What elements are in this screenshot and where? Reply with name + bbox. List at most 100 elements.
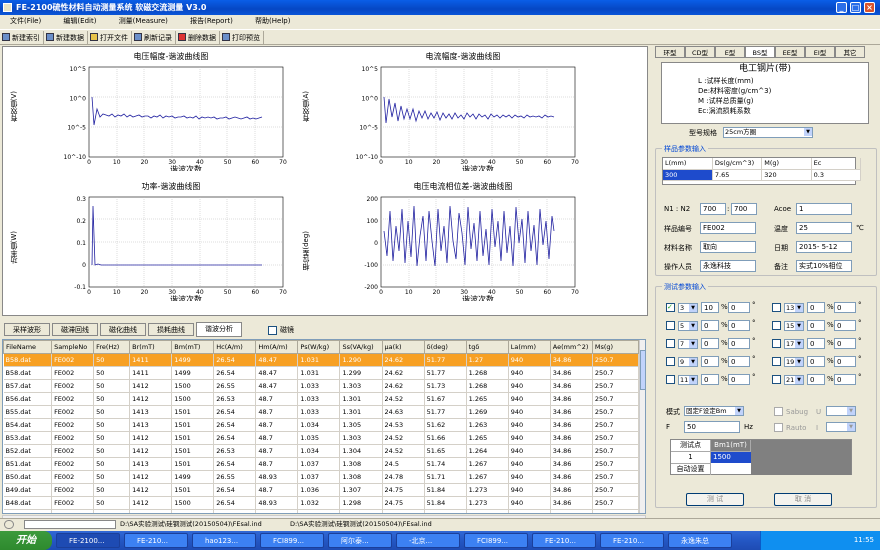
harmonic-order-select[interactable]: 19 ▼ [784,357,804,367]
tab-bs[interactable]: BS型 [745,46,775,58]
harmonic-checkbox[interactable] [666,321,675,330]
column-header[interactable]: Br(mT) [129,340,173,354]
harmonic-checkbox[interactable] [666,339,675,348]
maximize-button[interactable]: □ [850,2,861,13]
menu-file[interactable]: 文件(File) [0,15,51,28]
sample-no-field[interactable]: FE002 [700,222,756,234]
operator-field[interactable]: 永逸科技 [700,260,756,272]
table-row[interactable]: B57.dat FE002 50 1412 1500 26.55 48.47 1.033 1.3… [3,379,640,393]
column-header[interactable]: Bm(mT) [171,340,215,354]
sample-value-cell[interactable]: 7.65 [712,169,763,181]
date-field[interactable]: 2015- 5-12 [796,241,852,253]
menu-measure[interactable]: 测量(Measure) [109,15,178,28]
harmonic-checkbox[interactable] [772,339,781,348]
taskbar-item[interactable]: FE-210... [124,533,188,548]
column-header[interactable]: Ms(g) [591,340,640,354]
auto-set-button[interactable]: 自动设置 [671,463,711,475]
tab-sample-waveform[interactable]: 采样波形 [4,323,50,336]
taskbar-item[interactable]: 阿尔泰... [328,533,392,548]
cancel-button[interactable]: 取 消 [774,493,832,506]
harmonic-order-select[interactable]: 11 ▼ [678,375,698,385]
rauto-checkbox[interactable] [774,423,783,432]
harmonic-percent-field[interactable]: 10 [701,302,719,313]
harmonic-order-select[interactable]: 9 ▼ [678,357,698,367]
vertical-scrollbar[interactable] [639,340,645,513]
column-header[interactable]: Hc(A/m) [213,340,257,354]
harmonic-checkbox[interactable] [666,357,675,366]
column-header[interactable]: Ps(W/kg) [297,340,341,354]
harmonic-percent-field[interactable]: 0 [807,356,825,367]
menu-edit[interactable]: 编辑(Edit) [53,15,106,28]
harmonic-checkbox[interactable]: ✓ [666,303,675,312]
tab-ring[interactable]: 环型 [655,46,685,58]
sabug-checkbox[interactable] [774,407,783,416]
column-header[interactable]: Fre(Hz) [93,340,131,354]
harmonic-percent-field[interactable]: 0 [807,302,825,313]
taskbar-item[interactable]: FCI899... [260,533,324,548]
i-select[interactable]: ▼ [826,422,856,432]
print-preview-button[interactable]: 打印预览 [220,31,264,45]
menu-help[interactable]: 帮助(Help) [245,15,300,28]
harmonic-order-select[interactable]: 3 ▼ [678,303,698,313]
harmonic-percent-field[interactable]: 0 [701,320,719,331]
tab-harmonic-analysis[interactable]: 谐波分析 [196,322,242,337]
table-row[interactable]: B51.dat FE002 50 1413 1501 26.54 48.7 1.037 1.30… [3,457,640,471]
sample-value-cell[interactable]: 320 [761,169,812,181]
sample-value-cell[interactable]: 300 [663,169,713,181]
spec-select[interactable]: 25cm方圈 ▼ [723,127,813,138]
harmonic-percent-field[interactable]: 0 [701,374,719,385]
column-header[interactable]: Ae(mm^2) [549,340,593,354]
tab-ei[interactable]: EI型 [805,46,835,58]
taskbar-item[interactable]: 永逸朱总 [668,533,732,548]
harmonic-phase-field[interactable]: 0 [728,338,750,349]
column-header[interactable]: La(mm) [507,340,551,354]
table-row[interactable]: B50.dat FE002 50 1412 1499 26.55 48.93 1.037 1.3… [3,470,640,484]
harmonic-phase-field[interactable]: 0 [834,320,856,331]
harmonic-checkbox[interactable] [772,375,781,384]
taskbar-item[interactable]: FE-210... [532,533,596,548]
harmonic-percent-field[interactable]: 0 [807,374,825,385]
taskbar-item[interactable]: hao123... [192,533,256,548]
n1-field[interactable]: 700 [700,203,726,215]
menu-report[interactable]: 报告(Report) [180,15,243,28]
column-header[interactable]: Ss(VA/kg) [339,340,383,354]
acoe-field[interactable]: 1 [796,203,852,215]
table-row[interactable]: B55.dat FE002 50 1413 1501 26.54 48.7 1.033 1.30… [3,405,640,419]
harmonic-phase-field[interactable]: 0 [728,302,750,313]
temp-field[interactable]: 25 [796,222,852,234]
u-select[interactable]: ▼ [826,406,856,416]
column-header[interactable]: SampleNo [51,340,95,354]
table-row[interactable]: B47.datFE002501413150126.5448.71.0321.29… [3,509,640,513]
frequency-field[interactable]: 50 [684,421,740,433]
harmonic-checkbox[interactable] [666,375,675,384]
table-row[interactable]: B48.dat FE002 50 1412 1500 26.54 48.93 1.032 1.2… [3,496,640,510]
harmonic-order-select[interactable]: 15 ▼ [784,321,804,331]
pt-cell-selected[interactable]: 1500 [711,452,751,463]
tab-loss-curve[interactable]: 损耗曲线 [148,323,194,336]
table-row[interactable]: B58.dat FE002 50 1411 1499 26.54 48.47 1.031 1.2… [3,353,640,367]
harmonic-percent-field[interactable]: 0 [807,320,825,331]
remark-field[interactable]: 实式10%相位 [796,260,852,272]
column-header[interactable]: μa(k) [381,340,425,354]
harmonic-phase-field[interactable]: 0 [728,374,750,385]
new-data-button[interactable]: 新建数据 [44,31,88,45]
table-row[interactable]: B53.dat FE002 50 1412 1501 26.54 48.7 1.035 1.30… [3,431,640,445]
taskbar-item[interactable]: FE-2100... [56,533,120,548]
table-row[interactable]: B54.dat FE002 50 1413 1501 26.54 48.7 1.034 1.30… [3,418,640,432]
minimize-button[interactable]: _ [836,2,847,13]
tab-hysteresis[interactable]: 磁滞回线 [52,323,98,336]
harmonic-percent-field[interactable]: 0 [807,338,825,349]
taskbar-item[interactable]: FCI899... [464,533,528,548]
material-field[interactable]: 取向 [700,241,756,253]
harmonic-order-select[interactable]: 13 ▼ [784,303,804,313]
close-button[interactable]: × [864,2,875,13]
tab-magnetization[interactable]: 磁化曲线 [100,323,146,336]
sample-value-cell[interactable]: 0.3 [811,169,862,181]
harmonic-order-select[interactable]: 21 ▼ [784,375,804,385]
start-button[interactable]: 开始 [0,531,52,550]
harmonic-checkbox[interactable] [772,357,781,366]
harmonic-percent-field[interactable]: 0 [701,356,719,367]
scroll-thumb[interactable] [640,350,645,390]
n2-field[interactable]: 700 [731,203,757,215]
harmonic-phase-field[interactable]: 0 [834,302,856,313]
